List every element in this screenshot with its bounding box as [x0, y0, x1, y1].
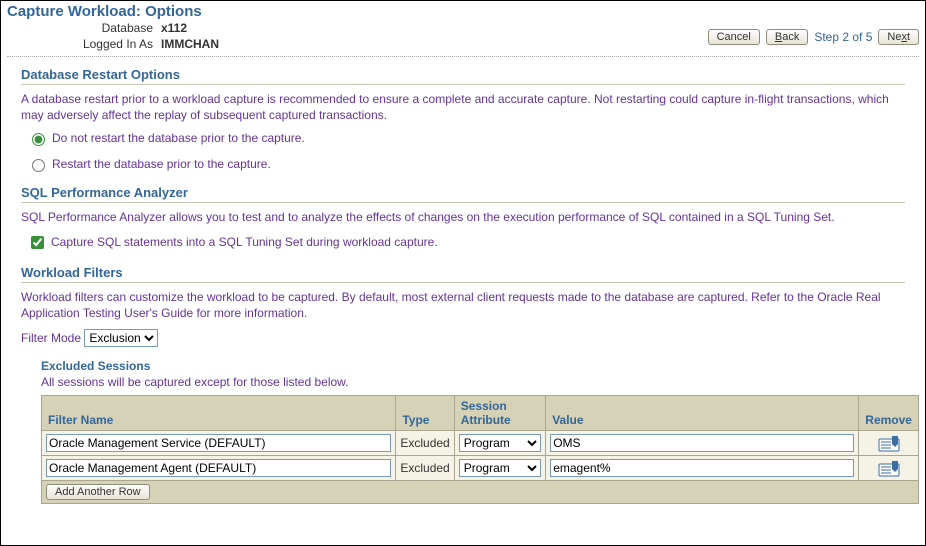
filter-value-input[interactable] — [550, 459, 854, 477]
logged-in-value: IMMCHAN — [161, 37, 219, 51]
restart-radio-yes-label: Restart the database prior to the captur… — [52, 157, 271, 171]
add-another-row-button[interactable]: Add Another Row — [46, 484, 150, 500]
spa-checkbox-label: Capture SQL statements into a SQL Tuning… — [51, 235, 438, 249]
filters-body: Workload filters can customize the workl… — [21, 287, 905, 323]
excluded-sessions-body: All sessions will be captured except for… — [41, 375, 905, 389]
restart-radio-no-label: Do not restart the database prior to the… — [52, 131, 305, 145]
filter-name-input[interactable] — [46, 459, 391, 477]
spa-body: SQL Performance Analyzer allows you to t… — [21, 207, 905, 227]
restart-radio-yes[interactable] — [32, 159, 45, 172]
remove-icon[interactable] — [878, 459, 900, 477]
table-row: Excluded Program — [42, 430, 919, 455]
filter-mode-label: Filter Mode — [21, 331, 81, 345]
database-label: Database — [7, 21, 161, 35]
col-type: Type — [396, 395, 454, 430]
divider — [7, 56, 919, 57]
filter-mode-select[interactable]: Exclusion — [84, 329, 158, 347]
filter-type-cell: Excluded — [396, 430, 454, 455]
remove-icon[interactable] — [878, 434, 900, 452]
restart-radio-no[interactable] — [32, 133, 45, 146]
restart-heading: Database Restart Options — [21, 67, 905, 82]
filter-name-input[interactable] — [46, 434, 391, 452]
database-value: x112 — [161, 21, 187, 35]
table-row: Excluded Program — [42, 455, 919, 480]
session-attribute-select[interactable]: Program — [459, 459, 541, 477]
spa-checkbox[interactable] — [31, 236, 44, 249]
step-indicator: Step 2 of 5 — [814, 30, 872, 44]
back-button[interactable]: Back — [766, 29, 808, 45]
logged-in-label: Logged In As — [7, 37, 161, 51]
filter-value-input[interactable] — [550, 434, 854, 452]
next-button[interactable]: Next — [878, 29, 919, 45]
filters-heading: Workload Filters — [21, 265, 905, 280]
restart-body: A database restart prior to a workload c… — [21, 89, 905, 125]
filter-type-cell: Excluded — [396, 455, 454, 480]
spa-heading: SQL Performance Analyzer — [21, 185, 905, 200]
col-value: Value — [546, 395, 859, 430]
cancel-button[interactable]: Cancel — [708, 29, 760, 45]
page-title: Capture Workload: Options — [1, 1, 925, 20]
col-remove: Remove — [859, 395, 919, 430]
col-filter-name: Filter Name — [42, 395, 396, 430]
session-attribute-select[interactable]: Program — [459, 434, 541, 452]
excluded-sessions-heading: Excluded Sessions — [41, 359, 905, 373]
col-session-attribute: Session Attribute — [454, 395, 545, 430]
filter-table: Filter Name Type Session Attribute Value… — [41, 395, 919, 504]
